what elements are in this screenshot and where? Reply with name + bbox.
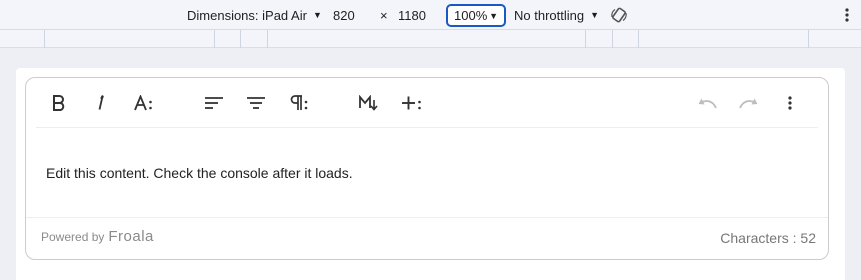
powered-by-link[interactable]: Powered by Froala [41, 228, 154, 245]
ruler-tick [267, 30, 268, 48]
dimensions-label: Dimensions: iPad Air [187, 7, 307, 23]
ruler-tick [214, 30, 215, 48]
ruler-tick [808, 30, 809, 48]
froala-editor: Edit this content. Check the console aft… [25, 77, 829, 260]
height-input[interactable]: 1180 [398, 0, 426, 30]
align-center-icon [247, 97, 265, 109]
markdown-icon [359, 95, 378, 111]
zoom-select[interactable]: 100% ▼ [446, 4, 506, 27]
more-options-icon[interactable] [843, 0, 851, 30]
bold-icon [53, 95, 65, 111]
redo-icon [739, 98, 758, 109]
align-left-button[interactable] [203, 90, 225, 116]
ruler-tick [240, 30, 241, 48]
froala-logo: Froala [108, 228, 154, 245]
ruler-tick [638, 30, 639, 48]
italic-button[interactable] [91, 90, 111, 116]
paragraph-style-button[interactable] [245, 90, 267, 116]
swap-dimensions-icon[interactable]: × [380, 0, 388, 30]
more-options-button[interactable] [783, 90, 797, 116]
dimensions-select[interactable]: Dimensions: iPad Air ▼ [187, 0, 322, 30]
undo-button[interactable] [695, 90, 719, 116]
font-size-button[interactable] [132, 90, 156, 116]
ruler-tick [612, 30, 613, 48]
editor-toolbar [26, 78, 828, 128]
powered-by-label: Powered by [41, 230, 105, 244]
zoom-value: 100% [454, 8, 488, 23]
caret-down-icon: ▼ [590, 10, 600, 20]
ruler-tick [585, 30, 586, 48]
toolbar-divider [36, 127, 818, 128]
ruler-tick [44, 30, 45, 48]
device-toolbar: Dimensions: iPad Air ▼ 820 × 1180 100% ▼… [0, 0, 861, 30]
character-counter: Characters : 52 [720, 230, 816, 246]
throttling-select[interactable]: No throttling ▼ [514, 0, 599, 30]
rotate-icon[interactable] [610, 0, 628, 30]
footer-divider [26, 217, 828, 218]
media-query-ruler [0, 30, 861, 48]
undo-icon [698, 98, 717, 109]
font-size-icon [134, 95, 152, 111]
caret-down-icon: ▼ [312, 10, 322, 20]
bold-button[interactable] [48, 90, 70, 116]
align-left-icon [205, 97, 223, 109]
more-insert-button[interactable] [400, 90, 424, 116]
width-input[interactable]: 820 [333, 0, 355, 30]
more-insert-icon [402, 96, 421, 110]
editor-content[interactable]: Edit this content. Check the console aft… [46, 165, 353, 181]
paragraph-format-button[interactable] [287, 90, 311, 116]
caret-down-icon: ▼ [489, 10, 498, 21]
italic-icon [98, 95, 104, 110]
more-options-icon [788, 96, 792, 110]
markdown-button[interactable] [358, 90, 380, 116]
paragraph-format-icon [290, 95, 308, 110]
redo-button[interactable] [737, 90, 761, 116]
throttling-value: No throttling [514, 7, 585, 23]
